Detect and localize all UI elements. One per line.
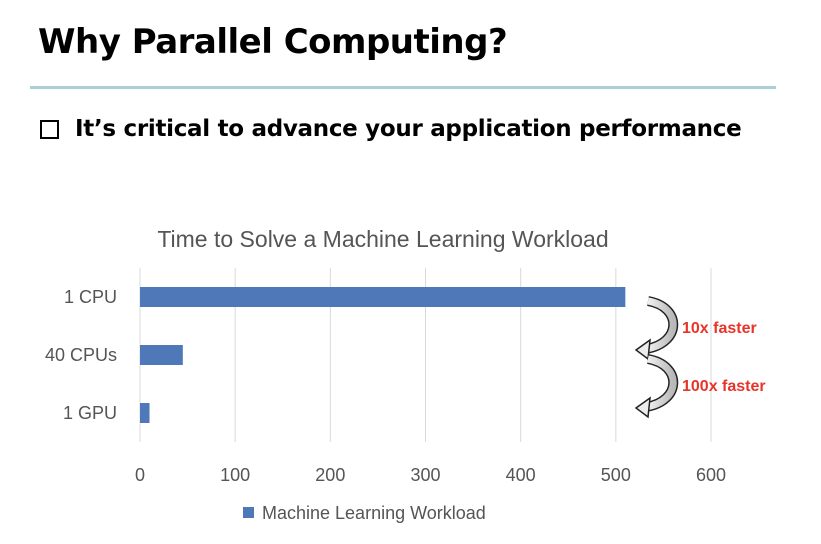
speedup-annotation: 10x faster [682,320,757,337]
x-tick-label: 200 [315,465,345,485]
arrow-head-icon [634,338,651,361]
bar-chart: Time to Solve a Machine Learning Workloa… [45,226,766,523]
x-tick-label: 0 [135,465,145,485]
x-tick-label: 500 [601,465,631,485]
legend-label: Machine Learning Workload [262,503,486,523]
x-tick-label: 600 [696,465,726,485]
bar [140,287,626,307]
bar [140,403,150,423]
x-tick-label: 100 [220,465,250,485]
legend-swatch [243,507,254,518]
speedup-annotation: 100x faster [682,378,766,395]
category-label: 1 GPU [63,403,117,423]
category-label: 40 CPUs [45,345,117,365]
category-label: 1 CPU [64,287,117,307]
x-tick-label: 400 [506,465,536,485]
x-tick-label: 300 [410,465,440,485]
arrow-head-icon [634,396,651,419]
bar [140,345,183,365]
chart-title: Time to Solve a Machine Learning Workloa… [157,226,608,252]
